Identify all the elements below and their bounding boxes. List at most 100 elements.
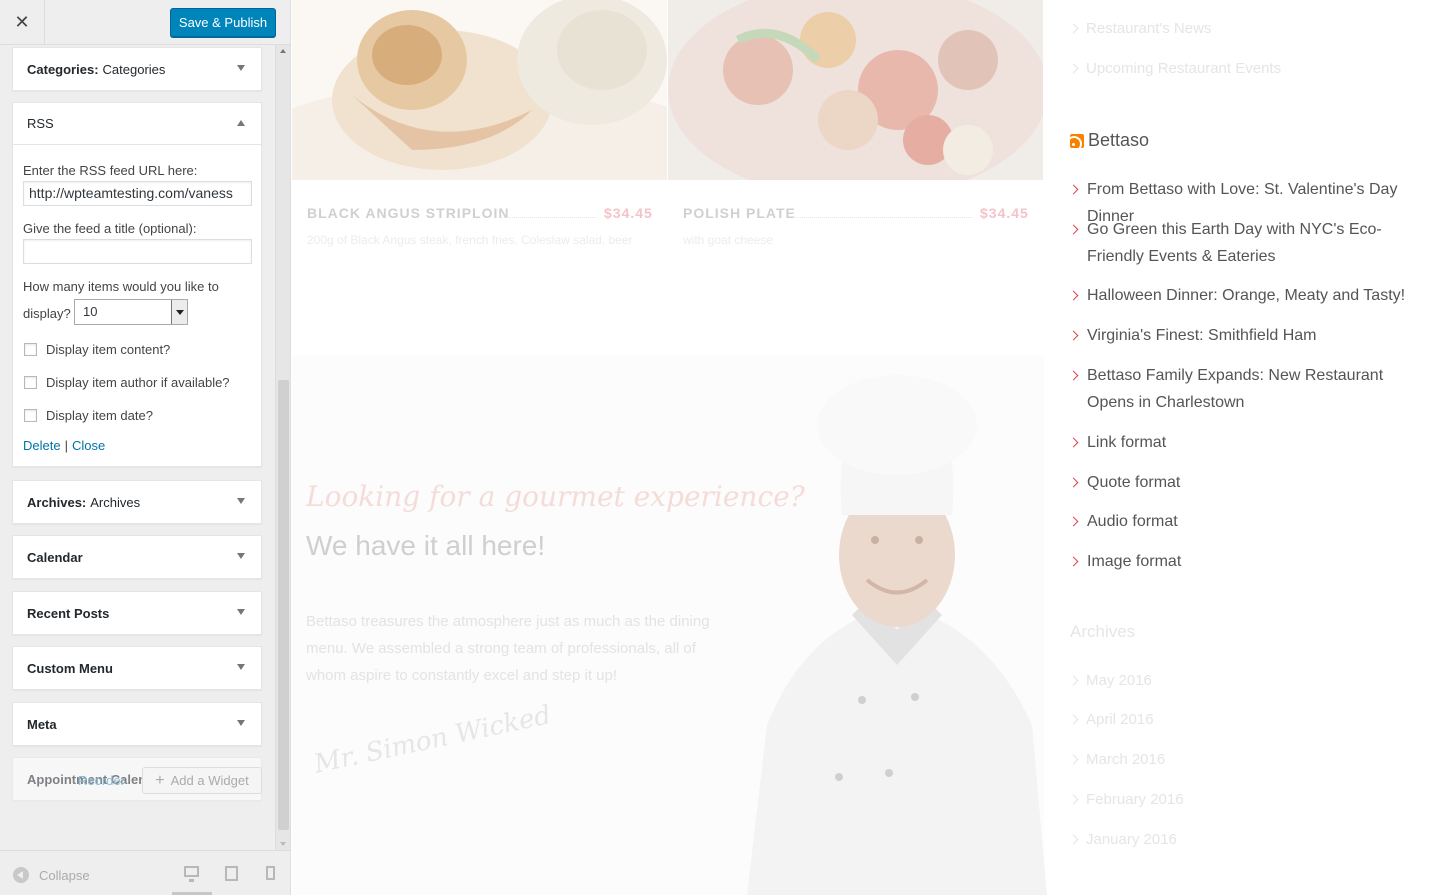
feed-item-label: Link format — [1087, 434, 1167, 451]
plus-icon: + — [155, 771, 165, 789]
widget-title: Meta — [27, 716, 57, 732]
feed-item[interactable]: Bettaso Family Expands: New Restaurant O… — [1068, 362, 1432, 416]
feed-item[interactable]: Go Green this Earth Day with NYC's Eco-F… — [1068, 216, 1432, 270]
chevron-right-icon — [1068, 437, 1079, 448]
archive-link[interactable]: May 2016 — [1068, 672, 1152, 689]
expand-arrow-icon[interactable] — [237, 664, 245, 670]
leader-dots — [502, 217, 597, 218]
collapse-arrow-icon — [13, 867, 29, 883]
widget-meta-header[interactable]: Meta — [13, 703, 261, 745]
menu-item-name: POLISH PLATE — [683, 205, 796, 221]
rss-feed-icon[interactable] — [1070, 133, 1084, 148]
chevron-right-icon — [1068, 330, 1079, 341]
feed-item[interactable]: Audio format — [1068, 508, 1432, 535]
scroll-down-icon[interactable] — [280, 842, 286, 846]
widget-recent-posts[interactable]: Recent Posts — [12, 591, 262, 635]
food-image-octopus — [668, 0, 1043, 180]
option-display-content[interactable]: Display item content? — [24, 342, 170, 357]
customizer-header: ✕ Save & Publish — [0, 0, 290, 45]
date-checkbox[interactable] — [24, 409, 37, 422]
menu-item-2: POLISH PLATE $34.45 — [683, 205, 1028, 221]
widget-calendar-header[interactable]: Calendar — [13, 536, 261, 578]
widget-subtitle: Archives — [90, 494, 141, 510]
customizer-window: ✕ Save & Publish Categories: Categories … — [0, 0, 1432, 895]
feed-item[interactable]: Virginia's Finest: Smithfield Ham — [1068, 322, 1432, 349]
widget-custom-menu[interactable]: Custom Menu — [12, 646, 262, 690]
category-link[interactable]: Upcoming Restaurant Events — [1068, 60, 1282, 77]
add-widget-label: Add a Widget — [170, 773, 249, 788]
rss-title-label: Give the feed a title (optional): — [23, 221, 197, 236]
feed-item[interactable]: Halloween Dinner: Orange, Meaty and Tast… — [1068, 282, 1432, 309]
scroll-up-icon[interactable] — [280, 49, 286, 53]
option-label: Display item date? — [46, 408, 153, 423]
add-widget-button[interactable]: + Add a Widget — [142, 767, 262, 794]
close-widget-link[interactable]: Close — [72, 438, 105, 453]
feed-item-label: Image format — [1087, 553, 1182, 570]
rss-widget-title[interactable]: Bettaso — [1070, 130, 1149, 151]
archive-link[interactable]: January 2016 — [1068, 831, 1177, 848]
menu-item-1: BLACK ANGUS STRIPLOIN $34.45 — [307, 205, 652, 221]
collapse-arrow-icon[interactable] — [237, 120, 245, 126]
delete-widget-link[interactable]: Delete — [23, 438, 61, 453]
expand-arrow-icon[interactable] — [237, 553, 245, 559]
rss-url-input[interactable]: http://wpteamtesting.com/vaness — [23, 181, 252, 206]
archive-link-label: January 2016 — [1086, 831, 1177, 848]
collapse-label: Collapse — [39, 867, 90, 883]
feed-item[interactable]: Link format — [1068, 429, 1432, 456]
scrollbar-thumb[interactable] — [278, 380, 289, 830]
option-display-author[interactable]: Display item author if available? — [24, 375, 230, 390]
widget-recent-posts-header[interactable]: Recent Posts — [13, 592, 261, 634]
hero-signature: Mr. Simon Wicked — [311, 700, 554, 780]
chevron-right-icon — [1068, 556, 1079, 567]
archives-title: Archives — [1070, 622, 1136, 641]
menu-item-price: $34.45 — [980, 205, 1029, 221]
mobile-preview-icon[interactable] — [266, 866, 275, 880]
widget-archives[interactable]: Archives: Archives — [12, 480, 262, 524]
widget-calendar[interactable]: Calendar — [12, 535, 262, 579]
archive-link-label: February 2016 — [1086, 791, 1184, 808]
rss-title-input[interactable] — [23, 239, 252, 264]
archive-link[interactable]: April 2016 — [1068, 711, 1154, 728]
desktop-preview-icon[interactable] — [184, 866, 199, 882]
widget-custom-menu-header[interactable]: Custom Menu — [13, 647, 261, 689]
theme-sidebar: Restaurant's News Upcoming Restaurant Ev… — [1068, 0, 1432, 895]
option-label: Display item content? — [46, 342, 171, 357]
author-checkbox[interactable] — [24, 376, 37, 389]
expand-arrow-icon[interactable] — [237, 609, 245, 615]
category-link[interactable]: Restaurant's News — [1068, 20, 1211, 37]
feed-item-label: Go Green this Earth Day with NYC's Eco-F… — [1087, 221, 1382, 265]
feed-item[interactable]: Quote format — [1068, 469, 1432, 496]
archive-link-label: May 2016 — [1086, 672, 1152, 689]
collapse-button[interactable]: Collapse — [13, 867, 90, 883]
content-checkbox[interactable] — [24, 343, 37, 356]
widget-meta[interactable]: Meta — [12, 702, 262, 746]
rss-items-select[interactable]: 10 — [74, 299, 188, 325]
option-display-date[interactable]: Display item date? — [24, 408, 153, 423]
chevron-right-icon — [1068, 23, 1079, 34]
chevron-right-icon — [1068, 794, 1079, 805]
expand-arrow-icon[interactable] — [237, 498, 245, 504]
rss-items-value: 10 — [83, 304, 98, 319]
expand-arrow-icon[interactable] — [237, 720, 245, 726]
feed-item[interactable]: Image format — [1068, 548, 1432, 575]
rss-title-text: Bettaso — [1088, 130, 1150, 150]
widget-categories-header[interactable]: Categories: Categories — [13, 48, 261, 90]
category-link-label: Upcoming Restaurant Events — [1086, 60, 1282, 77]
chef-image — [747, 365, 1047, 895]
widget-archives-header[interactable]: Archives: Archives — [13, 481, 261, 523]
menu-item-desc: 200g of Black Angus steak, french fries,… — [307, 233, 633, 247]
dropdown-arrow-icon[interactable] — [171, 300, 187, 324]
reorder-link[interactable]: Reorder — [78, 773, 125, 788]
widget-categories[interactable]: Categories: Categories — [12, 47, 262, 91]
archive-link[interactable]: February 2016 — [1068, 791, 1184, 808]
widget-rss-header[interactable]: RSS — [13, 103, 261, 145]
save-publish-button[interactable]: Save & Publish — [170, 8, 276, 37]
sidebar-scrollbar[interactable] — [275, 45, 290, 850]
expand-arrow-icon[interactable] — [237, 65, 245, 71]
archive-link[interactable]: March 2016 — [1068, 751, 1165, 768]
close-customizer-button[interactable]: ✕ — [0, 0, 45, 45]
widget-actions: Delete | Close — [23, 438, 105, 453]
hero-section: Looking for a gourmet experience? We hav… — [292, 355, 1047, 895]
feed-item-label: Halloween Dinner: Orange, Meaty and Tast… — [1087, 287, 1406, 304]
tablet-preview-icon[interactable] — [225, 866, 238, 881]
